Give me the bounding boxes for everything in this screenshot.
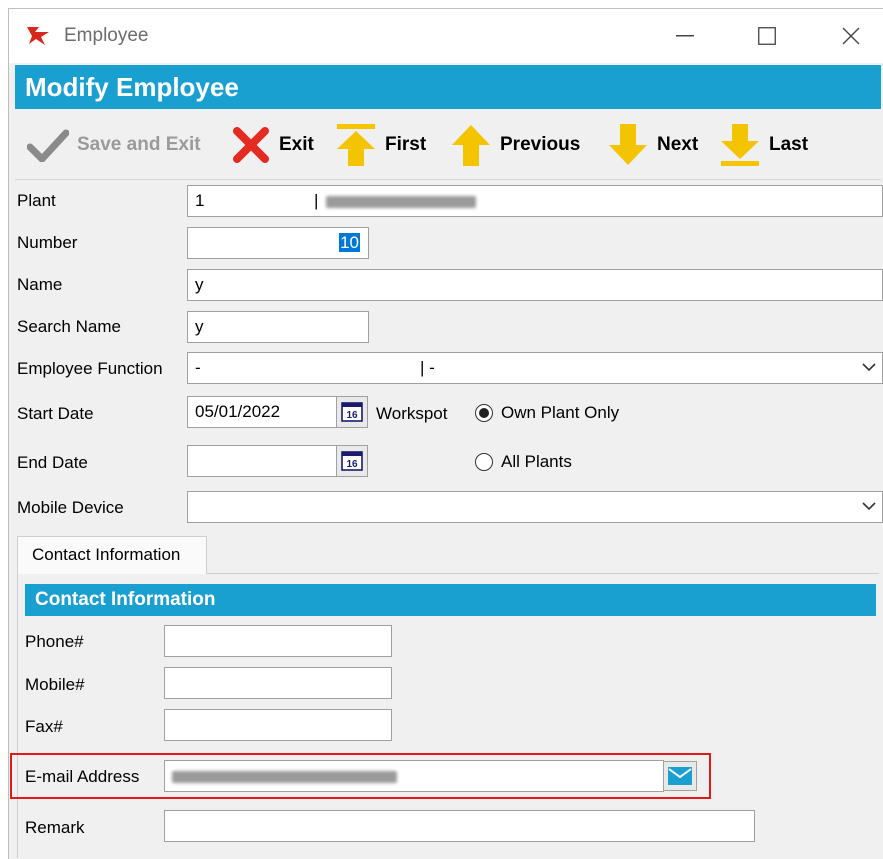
exit-label: Exit (279, 134, 314, 155)
arrow-up-icon (452, 125, 490, 166)
close-button[interactable] (833, 19, 869, 53)
fax-field[interactable] (164, 709, 392, 741)
remark-field[interactable] (164, 810, 755, 842)
arrow-top-icon (337, 124, 375, 166)
contact-section-title: Contact Information (25, 584, 876, 616)
all-plants-label: All Plants (501, 452, 572, 471)
number-value: 10 (339, 233, 360, 252)
first-button[interactable]: First (335, 123, 426, 167)
tab-contact-information[interactable]: Contact Information (17, 536, 207, 574)
toolbar: Save and Exit Exit First Previous Next L… (15, 111, 881, 180)
svg-text:16: 16 (346, 459, 358, 470)
end-date-label: End Date (17, 453, 88, 472)
phone-label: Phone# (25, 632, 84, 651)
maximize-icon (758, 27, 776, 45)
exit-button[interactable]: Exit (231, 123, 314, 167)
mail-icon (668, 767, 692, 785)
arrow-bottom-icon (721, 124, 759, 166)
employee-function-separator: | - (420, 358, 435, 377)
next-label: Next (657, 134, 699, 155)
mobile-device-select[interactable] (187, 491, 883, 523)
name-field[interactable]: y (187, 269, 883, 301)
own-plant-only-radio[interactable]: Own Plant Only (475, 403, 619, 423)
number-field[interactable]: 10 (187, 227, 369, 259)
title-bar: Employee (9, 9, 883, 63)
save-and-exit-button[interactable]: Save and Exit (27, 123, 201, 167)
email-field[interactable] (164, 760, 664, 792)
mobile-device-label: Mobile Device (17, 498, 124, 517)
send-email-button[interactable] (663, 761, 697, 791)
email-label: E-mail Address (25, 767, 140, 786)
search-name-label: Search Name (17, 317, 121, 336)
next-button[interactable]: Next (607, 123, 698, 167)
close-icon (842, 27, 860, 45)
first-label: First (385, 134, 427, 155)
start-date-label: Start Date (17, 404, 94, 423)
end-date-field[interactable] (187, 445, 337, 477)
employee-function-value: - (195, 358, 201, 377)
calendar-icon: 16 (341, 451, 363, 471)
page-title: Modify Employee (15, 65, 881, 109)
minimize-button[interactable] (667, 19, 703, 53)
email-value-redacted (172, 770, 397, 783)
plant-value: 1 (195, 191, 205, 210)
employee-function-select[interactable]: - | - (187, 352, 883, 384)
chevron-down-icon (862, 363, 876, 372)
x-icon (233, 127, 269, 163)
checkmark-icon (27, 129, 69, 162)
calendar-icon: 16 (341, 402, 363, 422)
own-plant-only-label: Own Plant Only (501, 403, 620, 422)
mobile-number-field[interactable] (164, 667, 392, 699)
minimize-icon (676, 35, 694, 37)
plant-label: Plant (17, 191, 56, 210)
search-name-field[interactable]: y (187, 311, 369, 343)
previous-label: Previous (500, 134, 581, 155)
employee-function-label: Employee Function (17, 359, 163, 378)
plant-field[interactable]: 1 | (187, 185, 883, 217)
workspot-label: Workspot (376, 404, 448, 423)
previous-button[interactable]: Previous (450, 123, 580, 167)
svg-text:16: 16 (346, 410, 358, 421)
plant-separator: | (314, 191, 319, 210)
save-and-exit-label: Save and Exit (77, 134, 201, 155)
arrow-down-icon (609, 124, 647, 165)
phone-field[interactable] (164, 625, 392, 657)
number-label: Number (17, 233, 78, 252)
end-date-calendar-button[interactable]: 16 (336, 445, 368, 477)
maximize-button[interactable] (749, 19, 785, 53)
fax-label: Fax# (25, 717, 63, 736)
start-date-calendar-button[interactable]: 16 (336, 396, 368, 428)
mobile-number-label: Mobile# (25, 675, 85, 694)
app-logo-icon (25, 25, 51, 47)
chevron-down-icon (862, 502, 876, 511)
all-plants-radio[interactable]: All Plants (475, 452, 572, 472)
window-title: Employee (64, 25, 149, 46)
name-label: Name (17, 275, 63, 294)
remark-label: Remark (25, 818, 85, 837)
last-label: Last (769, 134, 809, 155)
start-date-field[interactable]: 05/01/2022 (187, 396, 337, 428)
plant-name-redacted (326, 196, 476, 208)
last-button[interactable]: Last (719, 123, 808, 167)
